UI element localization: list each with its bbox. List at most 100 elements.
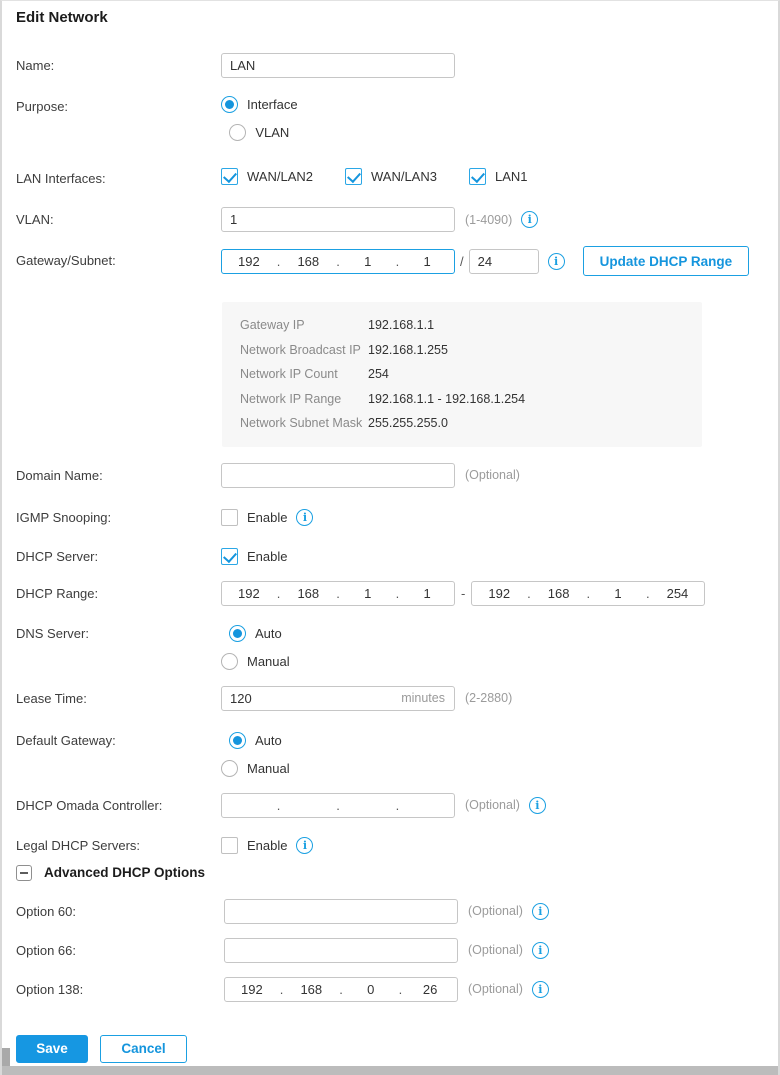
ip-octet[interactable]: 192: [222, 586, 276, 601]
radio-icon[interactable]: [221, 760, 238, 777]
omada-controller-ip-input[interactable]: ...: [221, 793, 455, 818]
legal-dhcp-enable-checkbox[interactable]: Enable: [221, 836, 287, 856]
ip-octet[interactable]: 0: [344, 982, 398, 997]
checkbox-icon[interactable]: [345, 168, 362, 185]
horizontal-scrollbar[interactable]: [2, 1066, 778, 1075]
vlan-row: VLAN: (1-4090) i: [16, 207, 764, 232]
option-66-hint: (Optional): [468, 943, 523, 957]
dhcp-server-enable-checkbox[interactable]: Enable: [221, 547, 287, 567]
checkbox-icon[interactable]: [469, 168, 486, 185]
ip-octet[interactable]: 1: [341, 586, 395, 601]
gateway-ip-input[interactable]: 192.168.1.1: [221, 249, 455, 274]
ip-octet[interactable]: 254: [651, 586, 705, 601]
cancel-button[interactable]: Cancel: [100, 1035, 187, 1063]
info-icon[interactable]: i: [529, 797, 546, 814]
default-gateway-option-manual[interactable]: Manual: [221, 759, 290, 779]
radio-icon[interactable]: [229, 625, 246, 642]
checkbox-lan1[interactable]: LAN1: [469, 166, 528, 186]
checkbox-label: WAN/LAN3: [371, 169, 437, 184]
summary-row: Network Broadcast IP 192.168.1.255: [240, 338, 684, 363]
vertical-scrollbar-stub[interactable]: [2, 1048, 10, 1066]
checkbox-icon[interactable]: [221, 509, 238, 526]
advanced-dhcp-options-header[interactable]: Advanced DHCP Options: [16, 865, 764, 881]
purpose-row: Purpose: Interface VLAN: [16, 94, 764, 142]
collapse-minus-icon[interactable]: [16, 865, 32, 881]
info-icon[interactable]: i: [548, 253, 565, 270]
ip-octet[interactable]: 168: [532, 586, 586, 601]
ip-octet[interactable]: 168: [281, 586, 335, 601]
ip-dot: .: [395, 798, 401, 813]
checkbox-icon[interactable]: [221, 168, 238, 185]
ip-octet[interactable]: 192: [472, 586, 526, 601]
info-icon[interactable]: i: [532, 942, 549, 959]
checkbox-wan-lan3[interactable]: WAN/LAN3: [345, 166, 437, 186]
option-60-label: Option 60:: [16, 899, 221, 924]
ip-octet[interactable]: 26: [403, 982, 457, 997]
domain-name-input[interactable]: [221, 463, 455, 488]
summary-value: 192.168.1.255: [368, 338, 448, 363]
summary-row: Gateway IP 192.168.1.1: [240, 313, 684, 338]
dhcp-range-end-input[interactable]: 192.168.1.254: [471, 581, 705, 606]
info-icon[interactable]: i: [296, 837, 313, 854]
info-icon[interactable]: i: [521, 211, 538, 228]
purpose-option-vlan[interactable]: VLAN: [229, 122, 289, 142]
update-dhcp-range-button[interactable]: Update DHCP Range: [583, 246, 750, 276]
info-icon[interactable]: i: [532, 903, 549, 920]
radio-label: Auto: [255, 733, 282, 748]
omada-controller-hint: (Optional): [465, 798, 520, 812]
default-gateway-radio-group: Auto Manual: [221, 731, 290, 779]
ip-octet[interactable]: 1: [400, 586, 454, 601]
radio-label: VLAN: [255, 125, 289, 140]
advanced-dhcp-options-title: Advanced DHCP Options: [44, 865, 205, 880]
radio-icon[interactable]: [221, 653, 238, 670]
summary-label: Gateway IP: [240, 313, 368, 338]
checkbox-wan-lan2[interactable]: WAN/LAN2: [221, 166, 313, 186]
checkbox-icon[interactable]: [221, 837, 238, 854]
checkbox-label: WAN/LAN2: [247, 169, 313, 184]
action-buttons-row: Save Cancel: [16, 1035, 764, 1063]
default-gateway-option-auto[interactable]: Auto: [229, 731, 282, 751]
ip-octet[interactable]: 168: [284, 982, 338, 997]
ip-octet[interactable]: 1: [591, 586, 645, 601]
option-60-input[interactable]: [224, 899, 458, 924]
radio-icon[interactable]: [221, 96, 238, 113]
radio-icon[interactable]: [229, 732, 246, 749]
dns-option-manual[interactable]: Manual: [221, 652, 290, 672]
checkbox-icon[interactable]: [221, 548, 238, 565]
checkbox-label: Enable: [247, 838, 287, 853]
lease-time-row: Lease Time: minutes (2-2880): [16, 686, 764, 711]
vlan-input[interactable]: [221, 207, 455, 232]
option-138-ip-input[interactable]: 192.168.0.26: [224, 977, 458, 1002]
ip-octet[interactable]: 1: [400, 254, 454, 269]
option-66-input[interactable]: [224, 938, 458, 963]
ip-octet[interactable]: 1: [341, 254, 395, 269]
option-66-label: Option 66:: [16, 938, 221, 963]
purpose-option-interface[interactable]: Interface: [221, 94, 298, 114]
ip-octet[interactable]: 192: [222, 254, 276, 269]
info-icon[interactable]: i: [296, 509, 313, 526]
ip-dot: .: [335, 798, 341, 813]
edit-network-form: Edit Network Name: Purpose: Interface VL…: [2, 1, 778, 1063]
domain-name-row: Domain Name: (Optional): [16, 463, 764, 488]
option-138-hint: (Optional): [468, 982, 523, 996]
name-input[interactable]: [221, 53, 455, 78]
igmp-snooping-row: IGMP Snooping: Enable i: [16, 508, 764, 528]
ip-octet[interactable]: 168: [281, 254, 335, 269]
igmp-enable-checkbox[interactable]: Enable: [221, 508, 287, 528]
radio-label: Manual: [247, 654, 290, 669]
checkbox-label: Enable: [247, 510, 287, 525]
dns-option-auto[interactable]: Auto: [229, 624, 282, 644]
dns-server-radio-group: Auto Manual: [221, 624, 290, 672]
igmp-snooping-label: IGMP Snooping:: [16, 508, 221, 528]
legal-dhcp-row: Legal DHCP Servers: Enable i: [16, 836, 764, 856]
dns-server-label: DNS Server:: [16, 624, 221, 644]
dhcp-range-start-input[interactable]: 192.168.1.1: [221, 581, 455, 606]
ip-octet[interactable]: 192: [225, 982, 279, 997]
radio-icon[interactable]: [229, 124, 246, 141]
save-button[interactable]: Save: [16, 1035, 88, 1063]
summary-value: 192.168.1.1: [368, 313, 434, 338]
summary-value: 192.168.1.1 - 192.168.1.254: [368, 387, 525, 412]
default-gateway-label: Default Gateway:: [16, 731, 221, 751]
subnet-prefix-input[interactable]: [469, 249, 539, 274]
info-icon[interactable]: i: [532, 981, 549, 998]
